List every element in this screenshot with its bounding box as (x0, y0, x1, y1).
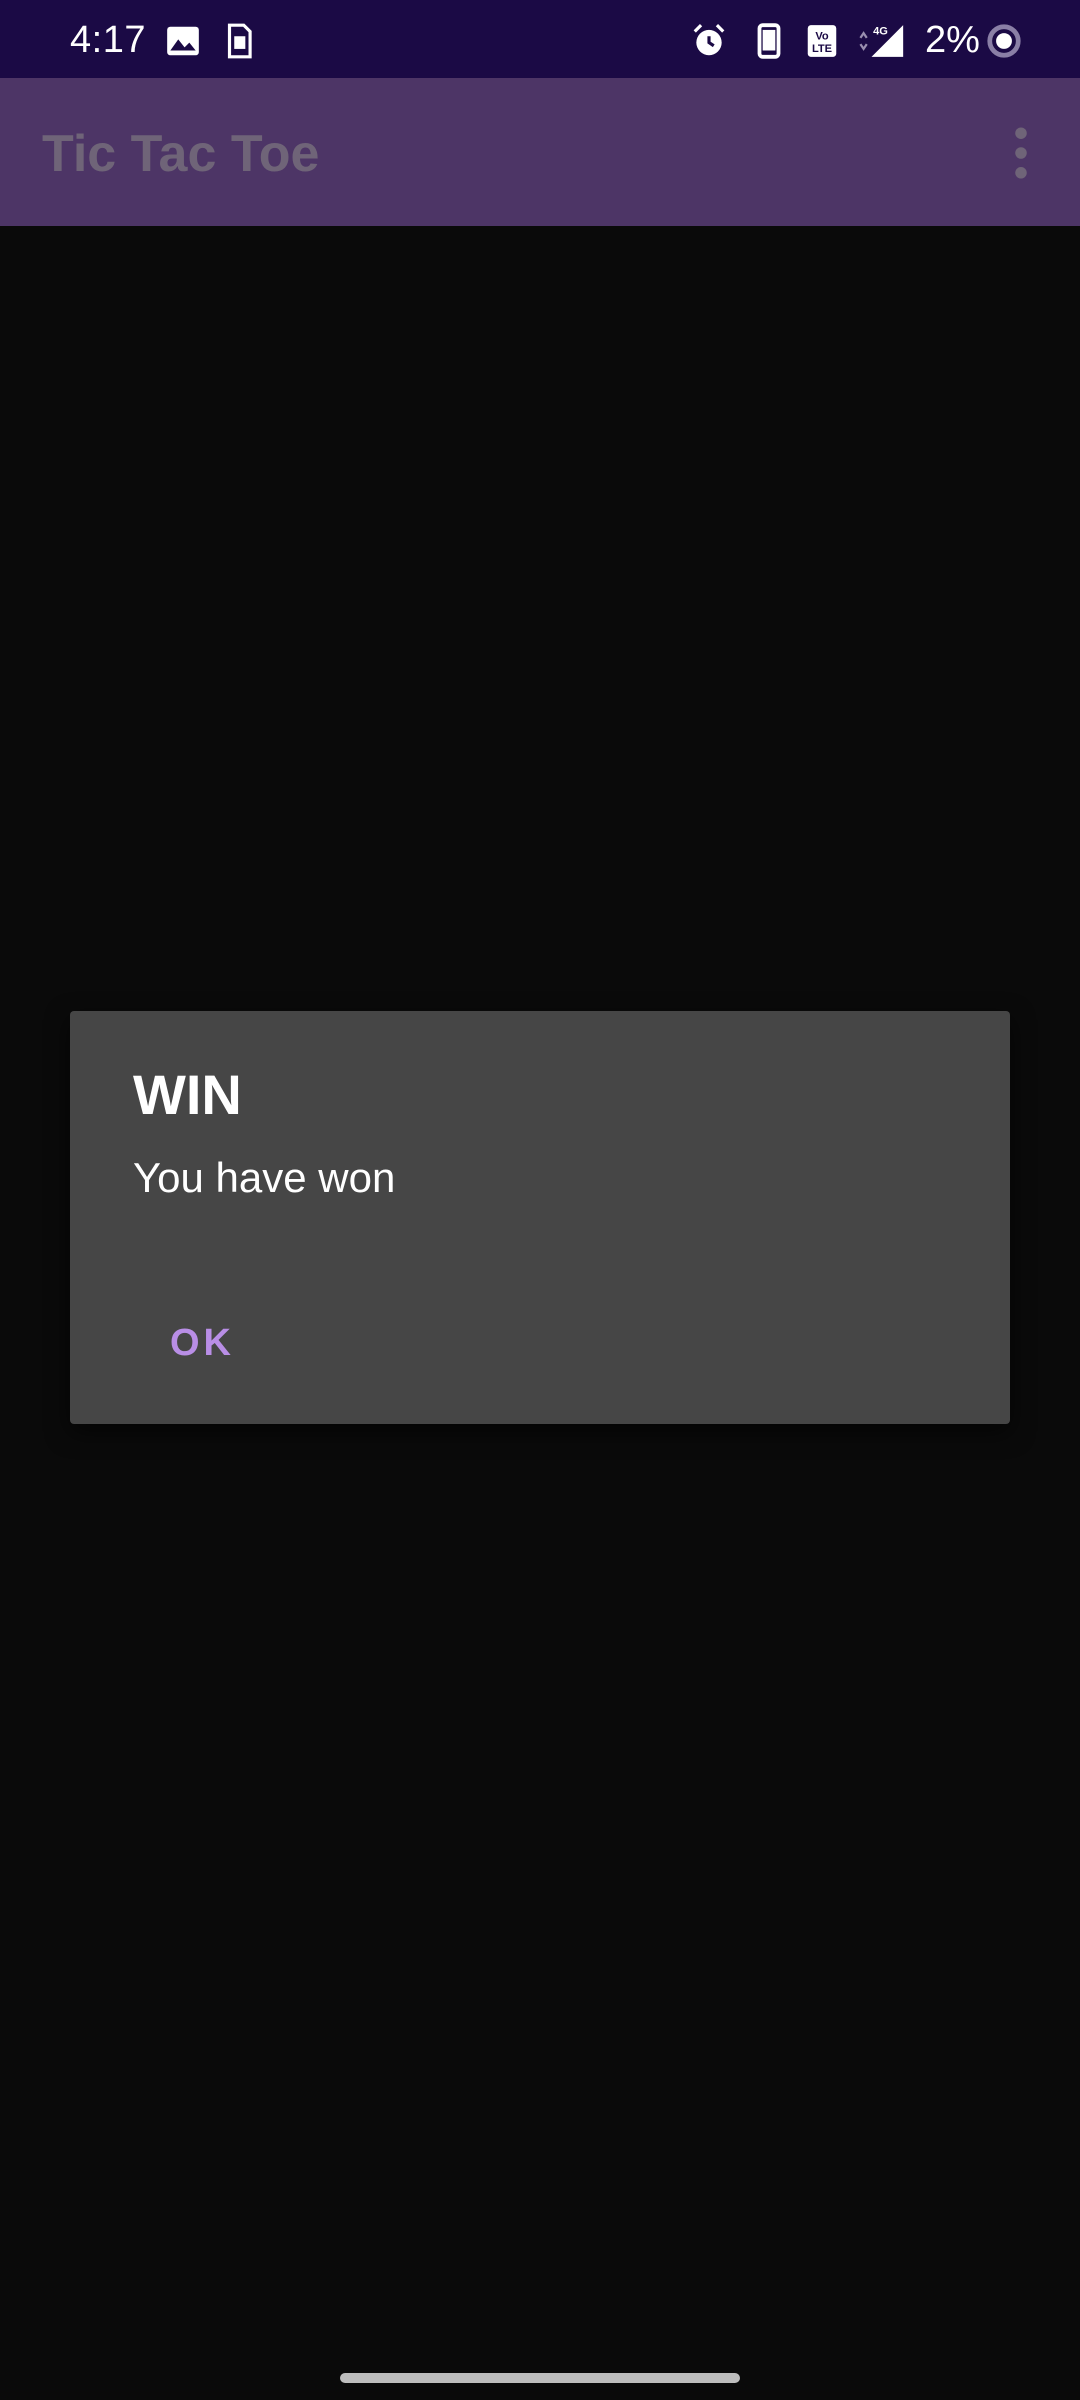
volte-icon: Vo LTE (803, 22, 841, 60)
app-bar: Tic Tac Toe (0, 78, 1080, 226)
win-dialog: WIN You have won OK (70, 1011, 1010, 1424)
dialog-title: WIN (133, 1063, 242, 1126)
phone-icon (750, 22, 788, 60)
signal-icon: 4G (855, 22, 907, 60)
status-bar: 4:17 Vo LTE 4G 2% (0, 0, 1080, 78)
status-time: 4:17 (70, 19, 146, 61)
svg-text:Vo: Vo (815, 30, 829, 42)
gesture-nav-handle[interactable] (340, 2373, 740, 2383)
svg-text:LTE: LTE (812, 43, 832, 55)
gallery-icon (164, 22, 202, 60)
app-title: Tic Tac Toe (42, 125, 320, 183)
overflow-menu-icon[interactable] (1006, 126, 1036, 180)
network-type-label: 4G (873, 26, 888, 38)
dialog-message: You have won (133, 1154, 396, 1201)
ok-button[interactable]: OK (156, 1311, 249, 1375)
battery-percent: 2% (925, 19, 980, 61)
alarm-icon (690, 22, 728, 60)
battery-ring-icon (985, 22, 1023, 60)
sim-card-icon (220, 22, 258, 60)
